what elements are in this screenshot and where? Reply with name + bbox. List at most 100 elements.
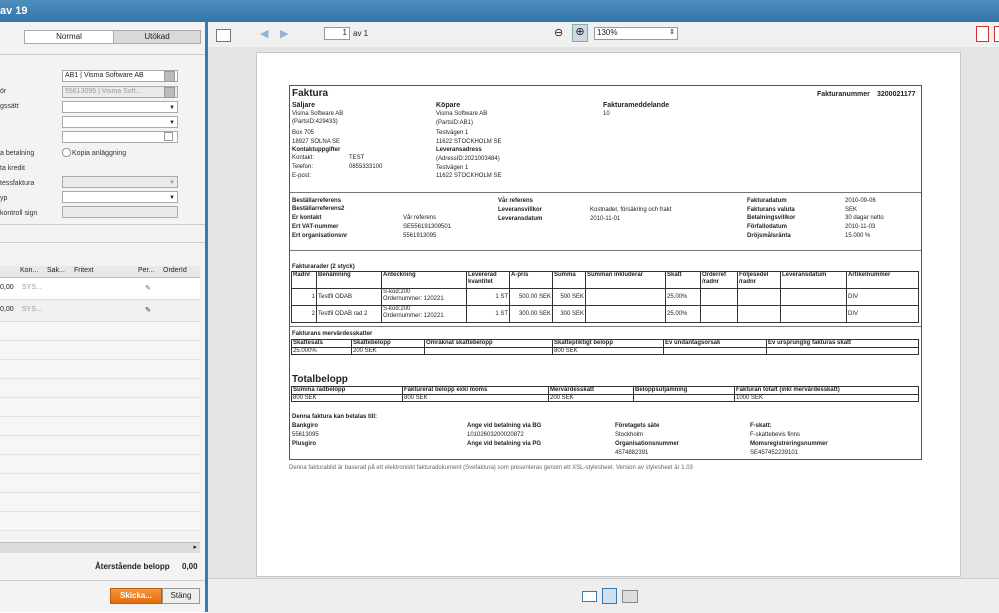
table-row: 2 Testfil ODAB rad 2 S-kod:200 Ordernumme… bbox=[291, 305, 919, 323]
contact-label: Er kontakt bbox=[292, 215, 322, 221]
empty-row bbox=[0, 341, 200, 360]
col-header: Artikelnummer bbox=[846, 271, 919, 289]
select-field[interactable]: ▼ bbox=[62, 116, 178, 128]
send-button[interactable]: Skicka... bbox=[110, 588, 162, 604]
cell bbox=[766, 346, 919, 355]
title-bar: av 19 bbox=[0, 0, 999, 22]
orgnr-label: Organisationsnummer bbox=[615, 441, 680, 447]
pay-title: Denna faktura kan betalas till: bbox=[292, 414, 378, 420]
fskatt-value: F-skattebevis finns bbox=[750, 432, 801, 438]
spinner-icon: ⇕ bbox=[669, 29, 675, 36]
col-header: Ev undantagsorsak bbox=[663, 339, 767, 348]
next-page-icon[interactable]: ▶ bbox=[280, 27, 288, 40]
grid-header: Kon... Sak... Fritext Per... OrderId bbox=[0, 266, 200, 278]
buyer-heading: Köpare bbox=[436, 102, 461, 109]
mode-normal-tab[interactable]: Normal bbox=[24, 30, 114, 44]
mode-extended-tab[interactable]: Utökad bbox=[113, 30, 201, 44]
currency-value: SEK bbox=[845, 207, 858, 213]
lock-icon bbox=[164, 87, 175, 98]
message-value: 10 bbox=[603, 111, 610, 117]
col-header[interactable]: Kon... bbox=[20, 267, 38, 274]
page-number-input[interactable]: 1 bbox=[324, 27, 350, 40]
col-header: Skattesats bbox=[291, 339, 352, 348]
delivery-terms-value: Kostnader, försäkring och frakt bbox=[590, 207, 672, 213]
cell: Testfil ODAB rad 2 bbox=[316, 305, 382, 323]
type-select[interactable]: ▼ bbox=[62, 191, 178, 203]
rows-title: Fakturarader (2 styck) bbox=[292, 264, 355, 270]
empty-row bbox=[0, 493, 200, 512]
row-amount: 0,00 bbox=[0, 284, 14, 291]
close-button[interactable]: Stäng bbox=[162, 588, 200, 604]
cell bbox=[585, 305, 666, 323]
type-label: yp bbox=[0, 195, 8, 202]
col-header: Anteckning bbox=[381, 271, 467, 289]
print-icon[interactable] bbox=[622, 590, 638, 603]
cell: 200 SEK bbox=[548, 393, 634, 402]
cell: 1 bbox=[291, 288, 317, 306]
empty-row bbox=[0, 360, 200, 379]
invoice-type-select: ▼ bbox=[62, 176, 178, 188]
cell: 25.00% bbox=[665, 305, 701, 323]
edit-icon[interactable]: ✎ bbox=[145, 284, 151, 292]
cell bbox=[700, 288, 738, 306]
seller-city: 18927 SOLNA SE bbox=[292, 139, 341, 145]
message-heading: Fakturameddelande bbox=[603, 102, 670, 109]
prev-page-icon[interactable]: ◀ bbox=[260, 27, 268, 40]
lock-icon bbox=[164, 71, 175, 82]
seat-value: Stockholm bbox=[615, 432, 644, 438]
document-footer: Denna fakturabild är baserad på ett elek… bbox=[289, 465, 693, 471]
delivery-city: 11622 STOCKHOLM SE bbox=[436, 173, 502, 179]
zoom-out-icon[interactable]: ⊖ bbox=[554, 26, 563, 39]
control-sign-label: kontroll sign bbox=[0, 210, 38, 217]
zoom-select[interactable]: 130% ⇕ bbox=[594, 27, 678, 40]
table-row[interactable]: 0,00 SYS... ✎ bbox=[0, 278, 200, 300]
fit-page-icon[interactable] bbox=[216, 29, 231, 42]
checkbox[interactable] bbox=[164, 132, 173, 141]
col-header[interactable]: Per... bbox=[138, 267, 154, 274]
cell: 1 ST bbox=[466, 305, 510, 323]
table-row: 1 Testfil ODAB S-kod:200 Ordernummer: 120… bbox=[291, 288, 919, 306]
empty-row bbox=[0, 455, 200, 474]
copy-asset-label: Kopia anläggning bbox=[72, 150, 127, 157]
cell: 1000 SEK bbox=[734, 393, 919, 402]
cell: 500 SEK bbox=[552, 288, 586, 306]
zoom-value: 130% bbox=[597, 28, 618, 37]
col-header: Leveransdatum bbox=[780, 271, 847, 289]
col-header[interactable]: Fritext bbox=[74, 267, 93, 274]
arrow-right-icon[interactable]: ▸ bbox=[193, 543, 197, 551]
company-field[interactable]: AB1 | Visma Software AB bbox=[62, 70, 178, 82]
table-row[interactable]: 0,00 SYS... ✎ bbox=[0, 300, 200, 322]
col-header: Beloppsutjämning bbox=[633, 386, 735, 395]
cell: 800 SEK bbox=[402, 393, 549, 402]
col-header: Ev ursprunglig fakturas skatt bbox=[766, 339, 919, 348]
pdf-icon[interactable] bbox=[994, 26, 999, 42]
phone-label: Telefon: bbox=[292, 164, 314, 170]
viewer-toolbar: ◀ ▶ 1 av 1 ⊖ ⊕ 130% ⇕ bbox=[208, 22, 999, 48]
invoice-document: Faktura Fakturanummer 3200021177 Säljare… bbox=[289, 85, 922, 460]
chevron-down-icon: ▼ bbox=[169, 180, 175, 186]
col-header: Följesedel /radnr bbox=[737, 271, 781, 289]
seat-label: Företagets säte bbox=[615, 423, 660, 429]
orgnr-value: 4574882391 bbox=[615, 450, 649, 456]
seller-heading: Säljare bbox=[292, 102, 315, 109]
cell: 25.00% bbox=[665, 288, 701, 306]
contact-label: Kontakt: bbox=[292, 155, 315, 161]
cell: 25.000% bbox=[291, 346, 352, 355]
seller-name: Visma Software AB bbox=[292, 111, 344, 117]
col-header[interactable]: Sak... bbox=[47, 267, 65, 274]
col-header: Mervärdesskatt bbox=[548, 386, 634, 395]
pdf-icon[interactable] bbox=[976, 26, 989, 42]
edit-icon[interactable]: ✎ bbox=[145, 306, 151, 314]
copy-asset-checkbox[interactable] bbox=[62, 148, 71, 157]
email-icon[interactable] bbox=[582, 591, 597, 602]
empty-row bbox=[0, 474, 200, 493]
col-header[interactable]: OrderId bbox=[163, 267, 187, 274]
payment-method-select[interactable]: ▼ bbox=[62, 101, 178, 113]
horizontal-scrollbar[interactable]: ▸ bbox=[0, 542, 200, 553]
section-divider bbox=[290, 326, 921, 327]
save-icon[interactable] bbox=[602, 588, 617, 604]
buyer-party: (PartsID:AB1) bbox=[436, 120, 474, 126]
zoom-in-icon[interactable]: ⊕ bbox=[572, 24, 588, 42]
text-field[interactable] bbox=[62, 131, 178, 143]
pay-terms-label: Betalningsvillkor bbox=[747, 215, 796, 221]
